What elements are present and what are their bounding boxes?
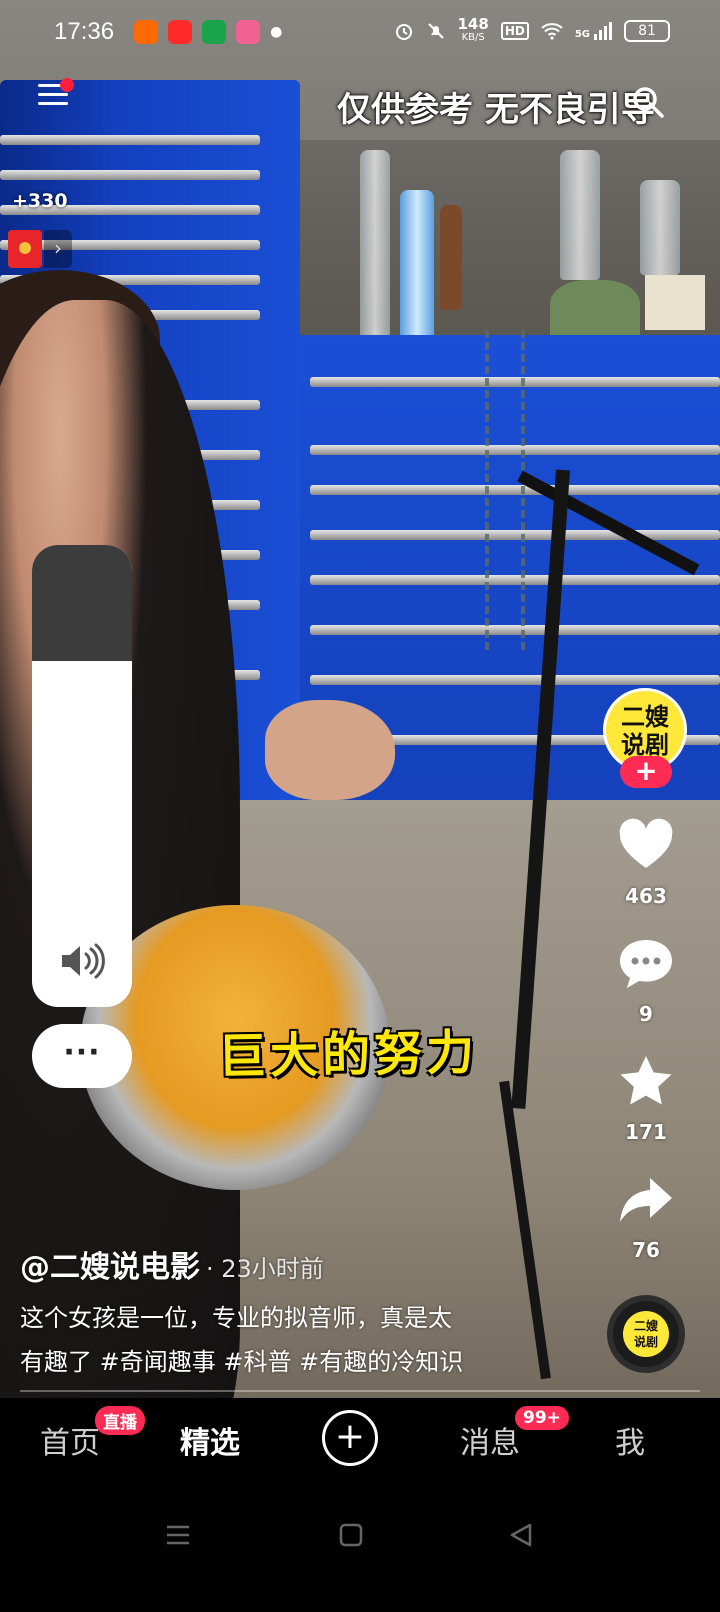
home-square-icon[interactable] — [338, 1522, 364, 1548]
video-drawer — [0, 170, 260, 180]
post-time-ago: · 23小时前 — [206, 1255, 324, 1283]
author-name[interactable]: @二嫂说电影 — [20, 1250, 200, 1285]
video-drawer — [310, 675, 720, 685]
music-disc[interactable]: 二嫂 说剧 — [607, 1295, 685, 1373]
video-app-icon — [168, 20, 193, 44]
cellular-signal-icon: 5G — [575, 22, 612, 40]
video-rotary-phone — [550, 280, 640, 340]
bottom-nav: 首页 直播 精选 + 消息 99+ 我 — [0, 1398, 720, 1480]
video-spray-bottle — [400, 190, 434, 340]
comment-button[interactable]: 9 — [610, 934, 682, 1026]
video-bottle — [560, 150, 600, 280]
tab-me[interactable]: 我 — [615, 1418, 645, 1462]
menu-notification-dot — [60, 78, 74, 92]
like-count: 463 — [625, 884, 667, 908]
bilibili-app-icon — [236, 20, 261, 44]
wifi-icon — [541, 23, 563, 40]
kuaishou-app-icon — [134, 20, 159, 44]
status-time: 17:36 — [54, 18, 115, 45]
speaker-volume-icon — [62, 943, 105, 979]
hd-badge: HD — [500, 22, 529, 40]
back-triangle-icon[interactable] — [508, 1522, 534, 1548]
video-disclaimer: 仅供参考 无不良引导 — [337, 90, 655, 130]
search-icon[interactable] — [630, 84, 666, 120]
share-count: 76 — [632, 1238, 660, 1262]
music-disc-label: 二嫂 说剧 — [623, 1311, 669, 1357]
video-phone-cord — [485, 330, 525, 650]
volume-more-button[interactable]: ··· — [32, 1024, 132, 1088]
favorite-button[interactable]: 171 — [610, 1052, 682, 1144]
alarm-icon — [395, 24, 412, 40]
mute-bell-icon — [427, 23, 444, 39]
video-drawer — [0, 135, 260, 145]
comment-icon — [620, 940, 672, 988]
tab-featured[interactable]: 精选 — [180, 1418, 240, 1462]
share-button[interactable]: 76 — [610, 1170, 682, 1262]
share-arrow-icon — [620, 1178, 672, 1222]
follow-button[interactable]: + — [620, 756, 672, 788]
favorite-count: 171 — [625, 1120, 667, 1144]
heart-icon — [619, 818, 673, 868]
star-icon — [620, 1056, 672, 1105]
volume-slider[interactable] — [32, 545, 132, 1007]
live-badge: 直播 — [95, 1406, 145, 1435]
video-person-hand — [265, 700, 395, 800]
net-speed: 148 KB/S — [457, 15, 489, 44]
chevron-right-icon[interactable]: › — [44, 230, 72, 268]
system-nav-bar — [0, 1480, 720, 1612]
video-subtitle: 巨大的努力 — [217, 1024, 479, 1086]
oppo-app-icon — [202, 20, 227, 44]
post-author-line: @二嫂说电影 · 23小时前 — [20, 1242, 324, 1286]
tab-home[interactable]: 首页 — [40, 1418, 100, 1462]
comment-count: 9 — [639, 1002, 653, 1026]
notification-dot-icon: ● — [270, 24, 283, 40]
video-progress-bar[interactable] — [20, 1390, 700, 1392]
recents-menu-icon[interactable] — [165, 1522, 191, 1548]
red-packet-icon[interactable] — [8, 230, 42, 268]
status-right-group: 148 KB/S HD 5G 81 — [394, 15, 670, 44]
video-ipa-sign — [645, 275, 705, 330]
add-post-button[interactable]: + — [322, 1410, 378, 1466]
video-bottle — [360, 150, 390, 340]
video-bottle — [640, 180, 680, 275]
battery-indicator: 81 — [624, 20, 670, 42]
messages-badge: 99+ — [515, 1406, 569, 1430]
tab-messages[interactable]: 消息 — [460, 1418, 520, 1462]
like-button[interactable]: 463 — [610, 816, 682, 908]
volume-slider-empty-track — [32, 545, 132, 661]
video-pepper-mill — [440, 205, 462, 310]
reward-points: +330 — [12, 190, 68, 212]
post-description[interactable]: 这个女孩是一位，专业的拟音师，真是太 有趣了 #奇闻趣事 #科普 #有趣的冷知识 — [20, 1296, 560, 1384]
